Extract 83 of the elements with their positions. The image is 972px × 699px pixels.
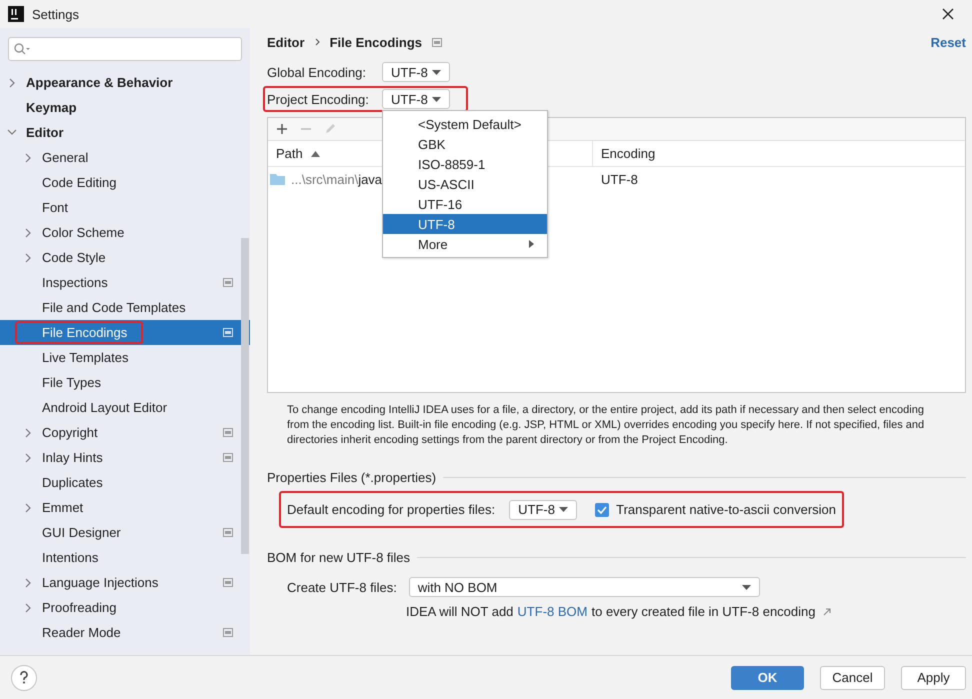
settings-tree-item[interactable]: Color Scheme — [0, 220, 250, 245]
external-link-icon — [823, 608, 832, 616]
menu-item[interactable]: More — [383, 234, 547, 254]
table-cell: ...\src\main\ — [291, 172, 358, 186]
project-settings-icon — [223, 278, 233, 287]
column-header[interactable]: Encoding — [593, 141, 965, 166]
checkbox-label: Transparent native-to-ascii conversion — [616, 502, 836, 517]
menu-item[interactable]: <System Default> — [383, 114, 547, 134]
checkbox[interactable] — [595, 502, 610, 516]
project-settings-icon — [432, 38, 442, 46]
field-label: Default encoding for properties files: — [287, 502, 496, 517]
settings-tree-item[interactable]: General — [0, 145, 250, 170]
close-icon — [942, 8, 954, 20]
field-label: Global Encoding: — [267, 64, 368, 80]
breadcrumb-item: File Encodings — [330, 34, 422, 50]
section-title: Properties Files (*.properties) — [267, 470, 436, 485]
breadcrumb-item[interactable]: Editor — [267, 34, 305, 50]
settings-tree-item[interactable]: Inspections — [0, 270, 250, 295]
submenu-arrow-icon — [529, 240, 534, 248]
settings-tree-item[interactable]: File and Code Templates — [0, 295, 250, 320]
project-settings-icon — [223, 578, 233, 587]
help-icon — [19, 671, 29, 684]
menu-item[interactable]: US-ASCII — [383, 174, 547, 194]
scrollbar[interactable] — [241, 238, 249, 554]
menu-item[interactable]: ISO-8859-1 — [383, 154, 547, 174]
settings-tree-item[interactable]: Inlay Hints — [0, 445, 250, 470]
settings-tree-item[interactable]: GUI Designer — [0, 520, 250, 545]
menu-item[interactable]: GBK — [383, 134, 547, 154]
link[interactable]: UTF-8 BOM — [517, 604, 588, 619]
folder-icon — [270, 173, 285, 185]
settings-tree-item[interactable]: Emmet — [0, 495, 250, 520]
dropdown[interactable]: UTF-8 — [382, 62, 450, 82]
settings-tree-item[interactable]: Font — [0, 195, 250, 220]
settings-tree-item[interactable]: Proofreading — [0, 595, 250, 620]
ok-button[interactable]: OK — [731, 666, 804, 690]
search-field[interactable] — [8, 37, 242, 61]
field-label: Create UTF-8 files: — [287, 580, 397, 594]
dialog-button[interactable]: Apply — [901, 666, 966, 690]
settings-tree-item[interactable]: Reader Mode — [0, 620, 250, 645]
table-cell: java — [358, 172, 382, 186]
settings-tree-item[interactable]: Code Editing — [0, 170, 250, 195]
sort-ascending-icon — [310, 150, 320, 156]
caret-icon — [559, 507, 568, 512]
menu-item[interactable]: UTF-16 — [383, 194, 547, 214]
settings-tree-item[interactable]: Keymap — [0, 95, 250, 120]
dropdown[interactable]: UTF-8 — [509, 500, 578, 520]
project-settings-icon — [223, 328, 233, 337]
caret-icon — [432, 96, 441, 102]
settings-tree-item[interactable]: Editor — [0, 120, 250, 145]
dialog-button[interactable]: Cancel — [820, 666, 885, 690]
section-title: BOM for new UTF-8 files — [267, 550, 410, 565]
project-settings-icon — [223, 528, 233, 537]
settings-tree-item[interactable]: Language Injections — [0, 570, 250, 595]
dropdown[interactable]: UTF-8 — [382, 89, 450, 109]
dropdown[interactable]: with NO BOM — [408, 577, 760, 597]
window-title: Settings — [32, 6, 79, 22]
project-settings-icon — [223, 453, 233, 462]
search-icon — [14, 43, 30, 55]
settings-tree-item[interactable]: Code Style — [0, 245, 250, 270]
chevron-icon — [314, 38, 321, 46]
add-icon — [276, 123, 288, 135]
settings-tree-item[interactable]: File Encodings — [0, 320, 250, 345]
settings-tree-item[interactable]: Appearance & Behavior — [0, 70, 250, 95]
help-button[interactable] — [11, 664, 37, 690]
settings-tree-item[interactable]: Android Layout Editor — [0, 395, 250, 420]
help-text: To change encoding IntelliJ IDEA uses for a file, a directory, or the entire project, add its path if necessary and then select encoding from the encoding list. Built-in file encoding (e.g. JSP, HTML or XML) overrides encoding you specify here. If not specified, files and directories inherit encoding settings from the parent directory or from the Project Encoding. — [287, 403, 926, 448]
field-label: Project Encoding: — [267, 92, 368, 106]
settings-tree-item[interactable]: Intentions — [0, 545, 250, 570]
settings-tree-item[interactable]: Duplicates — [0, 470, 250, 495]
table-cell: UTF-8 — [601, 172, 638, 186]
project-settings-icon — [223, 628, 233, 637]
pencil-icon — [324, 123, 336, 135]
caret-icon — [432, 70, 441, 74]
settings-tree-item[interactable]: Live Templates — [0, 345, 250, 370]
settings-tree-item[interactable]: File Types — [0, 370, 250, 395]
reset-link[interactable]: Reset — [930, 34, 966, 50]
info-text: IDEA will NOT add — [406, 604, 514, 619]
settings-tree-item[interactable]: Copyright — [0, 420, 250, 445]
app-logo-icon — [8, 6, 24, 22]
info-text: to every created file in UTF-8 encoding — [591, 604, 816, 619]
menu-item[interactable]: UTF-8 — [383, 214, 547, 234]
caret-icon — [742, 584, 751, 590]
project-settings-icon — [223, 428, 233, 437]
